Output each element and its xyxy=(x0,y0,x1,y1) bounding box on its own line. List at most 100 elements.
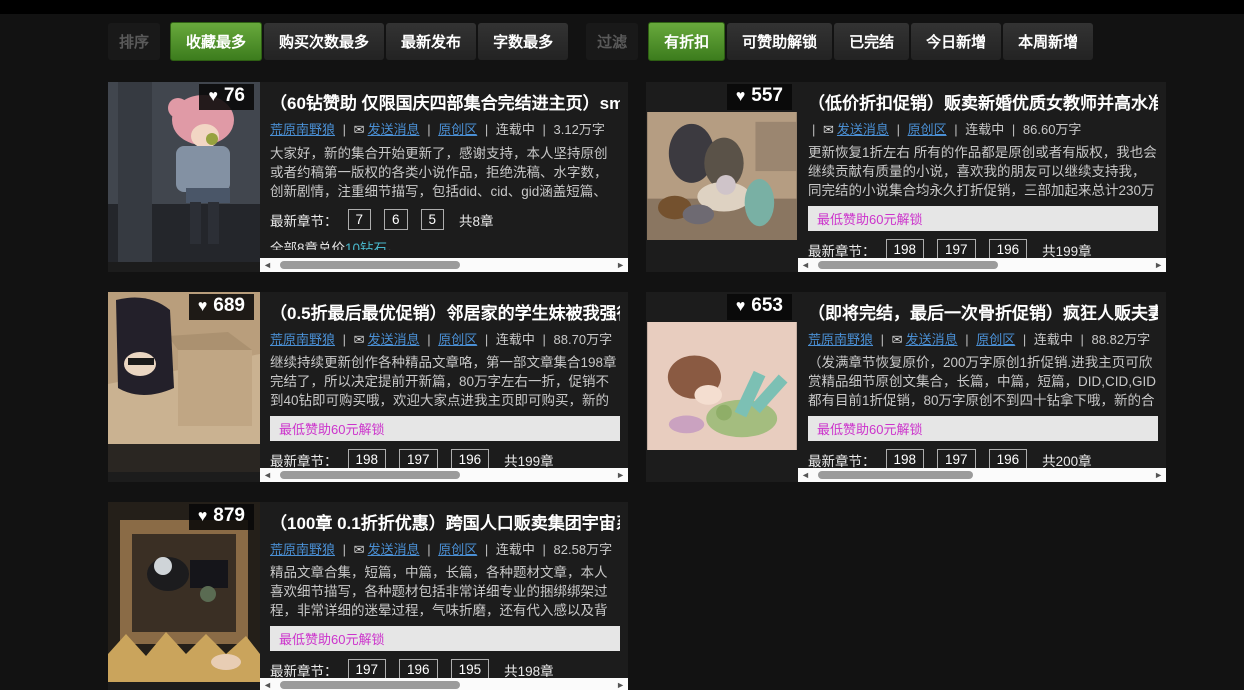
novel-thumbnail[interactable]: ♥76 xyxy=(108,82,260,262)
discount-price-link[interactable]: 10钻石 xyxy=(345,241,387,250)
envelope-icon: ✉ xyxy=(354,122,365,137)
sponsor-unlock-link[interactable]: 最低赞助60元解锁 xyxy=(270,416,620,441)
novel-thumbnail[interactable]: ♥653 xyxy=(646,292,798,472)
sort-most-purchased-button[interactable]: 购买次数最多 xyxy=(264,23,384,60)
sponsor-unlock-link[interactable]: 最低赞助60元解锁 xyxy=(808,416,1158,441)
horizontal-scrollbar[interactable]: ◄ ► xyxy=(798,468,1166,482)
novel-title[interactable]: （100章 0.1折折优惠）跨国人口贩卖集团宇宙系列之绑 xyxy=(270,509,620,534)
chapter-link[interactable]: 196 xyxy=(451,449,490,470)
top-strip xyxy=(0,0,1244,14)
send-message-link[interactable]: 发送消息 xyxy=(837,122,889,137)
word-count: 3.12万字 xyxy=(554,122,605,137)
sort-newest-button[interactable]: 最新发布 xyxy=(386,23,476,60)
author-link[interactable]: 荒原南野狼 xyxy=(270,542,335,557)
chapter-link[interactable]: 196 xyxy=(989,449,1028,470)
filter-new-today-button[interactable]: 今日新增 xyxy=(911,23,1001,60)
horizontal-scrollbar[interactable]: ◄ ► xyxy=(798,258,1166,272)
horizontal-scrollbar[interactable]: ◄ ► xyxy=(260,258,628,272)
word-count: 86.60万字 xyxy=(1023,122,1082,137)
filter-completed-button[interactable]: 已完结 xyxy=(834,23,909,60)
likes-badge: ♥653 xyxy=(727,294,792,320)
category-link[interactable]: 原创区 xyxy=(908,122,947,137)
scroll-left-arrow[interactable]: ◄ xyxy=(801,470,810,480)
chapter-link[interactable]: 198 xyxy=(348,449,387,470)
novel-thumbnail[interactable]: ♥557 xyxy=(646,82,798,262)
novel-thumbnail[interactable]: ♥879 xyxy=(108,502,260,682)
scroll-right-arrow[interactable]: ► xyxy=(616,260,625,270)
chapter-link[interactable]: 198 xyxy=(886,449,925,470)
chapter-link[interactable]: 197 xyxy=(937,239,976,260)
latest-chapters-row: 最新章节： 198 197 196 共199章 xyxy=(270,449,620,470)
scroll-right-arrow[interactable]: ► xyxy=(616,680,625,690)
novel-card[interactable]: ♥653 （即将完结，最后一次骨折促销）疯狂人贩夫妻连环绑 荒原南野狼 | ✉发… xyxy=(646,292,1166,482)
novel-card[interactable]: ♥557 （低价折扣促销）贩卖新婚优质女教师并高水准验货调教 | ✉发送消息 |… xyxy=(646,82,1166,272)
author-link[interactable]: 荒原南野狼 xyxy=(808,332,873,347)
latest-chapters-row: 最新章节： 198 197 196 共200章 xyxy=(808,449,1158,470)
horizontal-scrollbar[interactable]: ◄ ► xyxy=(260,468,628,482)
scroll-left-arrow[interactable]: ◄ xyxy=(263,470,272,480)
scroll-right-arrow[interactable]: ► xyxy=(616,470,625,480)
chapter-total: 共199章 xyxy=(1042,240,1092,260)
sponsor-unlock-link[interactable]: 最低赞助60元解锁 xyxy=(808,206,1158,231)
meta-line: | ✉发送消息 | 原创区 | 连载中 | 86.60万字 xyxy=(808,119,1158,138)
category-link[interactable]: 原创区 xyxy=(976,332,1015,347)
separator: | xyxy=(1008,122,1019,137)
status-text: 连载中 xyxy=(496,332,535,347)
scroll-left-arrow[interactable]: ◄ xyxy=(263,260,272,270)
chapter-link[interactable]: 198 xyxy=(886,239,925,260)
separator: | xyxy=(339,122,350,137)
novel-card-grid: ♥76 （60钻赞助 仅限国庆四部集合完结进主页）sm爱好者 荒原南野狼 | ✉… xyxy=(108,82,1244,690)
author-link[interactable]: 荒原南野狼 xyxy=(270,332,335,347)
novel-description: （发满章节恢复原价，200万字原创1折促销.进我主页可欣赏精品细节原创文集合，长… xyxy=(808,353,1158,410)
scroll-left-arrow[interactable]: ◄ xyxy=(263,680,272,690)
category-link[interactable]: 原创区 xyxy=(438,332,477,347)
filter-sponsor-unlock-button[interactable]: 可赞助解锁 xyxy=(727,23,832,60)
chapter-total: 共198章 xyxy=(504,660,554,680)
scrollbar-thumb[interactable] xyxy=(818,471,973,479)
novel-description: 大家好，新的集合开始更新了，感谢支持，本人坚持原创或者约稿第一版权的各类小说作品… xyxy=(270,144,620,201)
send-message-link[interactable]: 发送消息 xyxy=(906,332,958,347)
scrollbar-thumb[interactable] xyxy=(280,681,460,689)
scrollbar-thumb[interactable] xyxy=(818,261,998,269)
latest-chapters-row: 最新章节： 197 196 195 共198章 xyxy=(270,659,620,680)
filter-discounted-button[interactable]: 有折扣 xyxy=(648,22,725,61)
separator: | xyxy=(893,122,904,137)
scroll-right-arrow[interactable]: ► xyxy=(1154,470,1163,480)
scrollbar-thumb[interactable] xyxy=(280,471,460,479)
chapter-link[interactable]: 196 xyxy=(399,659,438,680)
author-link[interactable]: 荒原南野狼 xyxy=(270,122,335,137)
chapter-link[interactable]: 7 xyxy=(348,209,372,230)
latest-chapters-label: 最新章节： xyxy=(270,450,338,470)
novel-card[interactable]: ♥76 （60钻赞助 仅限国庆四部集合完结进主页）sm爱好者 荒原南野狼 | ✉… xyxy=(108,82,628,272)
separator: | xyxy=(539,542,550,557)
novel-title[interactable]: （0.5折最后最优促销）邻居家的学生妹被我强行绑架之 xyxy=(270,299,620,324)
chapter-link[interactable]: 5 xyxy=(421,209,445,230)
scroll-left-arrow[interactable]: ◄ xyxy=(801,260,810,270)
send-message-link[interactable]: 发送消息 xyxy=(368,332,420,347)
send-message-link[interactable]: 发送消息 xyxy=(368,122,420,137)
category-link[interactable]: 原创区 xyxy=(438,542,477,557)
novel-title[interactable]: （即将完结，最后一次骨折促销）疯狂人贩夫妻连环绑 xyxy=(808,299,1158,324)
sort-most-words-button[interactable]: 字数最多 xyxy=(478,23,568,60)
scrollbar-thumb[interactable] xyxy=(280,261,460,269)
horizontal-scrollbar[interactable]: ◄ ► xyxy=(260,678,628,690)
scroll-right-arrow[interactable]: ► xyxy=(1154,260,1163,270)
novel-description: 精品文章合集，短篇，中篇，长篇，各种题材文章，本人喜欢细节描写，各种题材包括非常… xyxy=(270,563,620,620)
filter-new-this-week-button[interactable]: 本周新增 xyxy=(1003,23,1093,60)
chapter-link[interactable]: 195 xyxy=(451,659,490,680)
chapter-link[interactable]: 197 xyxy=(937,449,976,470)
novel-thumbnail[interactable]: ♥689 xyxy=(108,292,260,472)
category-link[interactable]: 原创区 xyxy=(438,122,477,137)
send-message-link[interactable]: 发送消息 xyxy=(368,542,420,557)
chapter-link[interactable]: 6 xyxy=(384,209,408,230)
novel-title[interactable]: （60钻赞助 仅限国庆四部集合完结进主页）sm爱好者 xyxy=(270,89,620,114)
sponsor-unlock-link[interactable]: 最低赞助60元解锁 xyxy=(270,626,620,651)
novel-title[interactable]: （低价折扣促销）贩卖新婚优质女教师并高水准验货调教 xyxy=(808,89,1158,114)
chapter-link[interactable]: 196 xyxy=(989,239,1028,260)
chapter-link[interactable]: 197 xyxy=(348,659,387,680)
novel-card[interactable]: ♥879 （100章 0.1折折优惠）跨国人口贩卖集团宇宙系列之绑 荒原南野狼 … xyxy=(108,502,628,690)
novel-card[interactable]: ♥689 （0.5折最后最优促销）邻居家的学生妹被我强行绑架之 荒原南野狼 | … xyxy=(108,292,628,482)
meta-line: 荒原南野狼 | ✉发送消息 | 原创区 | 连载中 | 88.70万字 xyxy=(270,329,620,348)
chapter-link[interactable]: 197 xyxy=(399,449,438,470)
sort-most-favorited-button[interactable]: 收藏最多 xyxy=(170,22,262,61)
